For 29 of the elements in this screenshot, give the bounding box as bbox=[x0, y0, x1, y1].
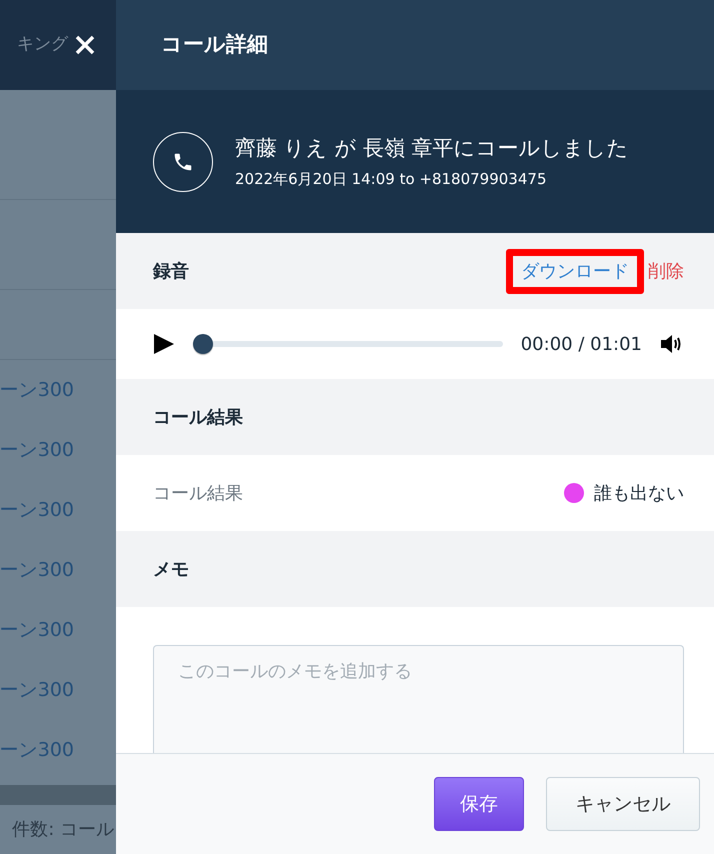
seek-track[interactable] bbox=[193, 333, 503, 355]
table-cell-text: ーン300 bbox=[0, 738, 74, 763]
section-title: コール結果 bbox=[153, 406, 243, 430]
field-label: コール結果 bbox=[153, 482, 243, 506]
close-icon[interactable] bbox=[74, 34, 96, 56]
table-cell-text: ーン300 bbox=[0, 558, 74, 583]
drawer-title: コール詳細 bbox=[161, 32, 268, 58]
play-icon[interactable] bbox=[153, 333, 175, 355]
record-count: 件数: コール bbox=[12, 818, 114, 842]
delete-link[interactable]: 削除 bbox=[648, 258, 684, 284]
field-value: 誰も出ない bbox=[594, 482, 684, 506]
call-headline: 齊藤 りえ が 長嶺 章平にコールしました bbox=[235, 134, 629, 162]
call-detail: 2022年6月20日 14:09 to +818079903475 bbox=[235, 169, 548, 190]
table-cell-text: ーン300 bbox=[0, 618, 74, 643]
memo-field[interactable]: このコールのメモを追加する bbox=[153, 645, 684, 753]
seek-thumb[interactable] bbox=[193, 334, 213, 354]
section-title: メモ bbox=[153, 558, 189, 582]
section-title: 録音 bbox=[153, 260, 189, 284]
table-cell-text: ーン300 bbox=[0, 438, 74, 463]
download-link[interactable]: ダウンロード bbox=[506, 248, 644, 294]
phone-icon bbox=[153, 132, 213, 192]
table-cell-text: ーン300 bbox=[0, 498, 74, 523]
table-cell-text: ーン300 bbox=[0, 378, 74, 403]
cancel-button[interactable]: キャンセル bbox=[546, 777, 700, 831]
tab-label[interactable]: キング bbox=[17, 32, 68, 58]
horizontal-scrollbar[interactable] bbox=[0, 785, 116, 805]
table-cell-text: ーン300 bbox=[0, 678, 74, 703]
save-button[interactable]: 保存 bbox=[434, 777, 524, 831]
playback-time: 00:00 / 01:01 bbox=[520, 332, 642, 356]
